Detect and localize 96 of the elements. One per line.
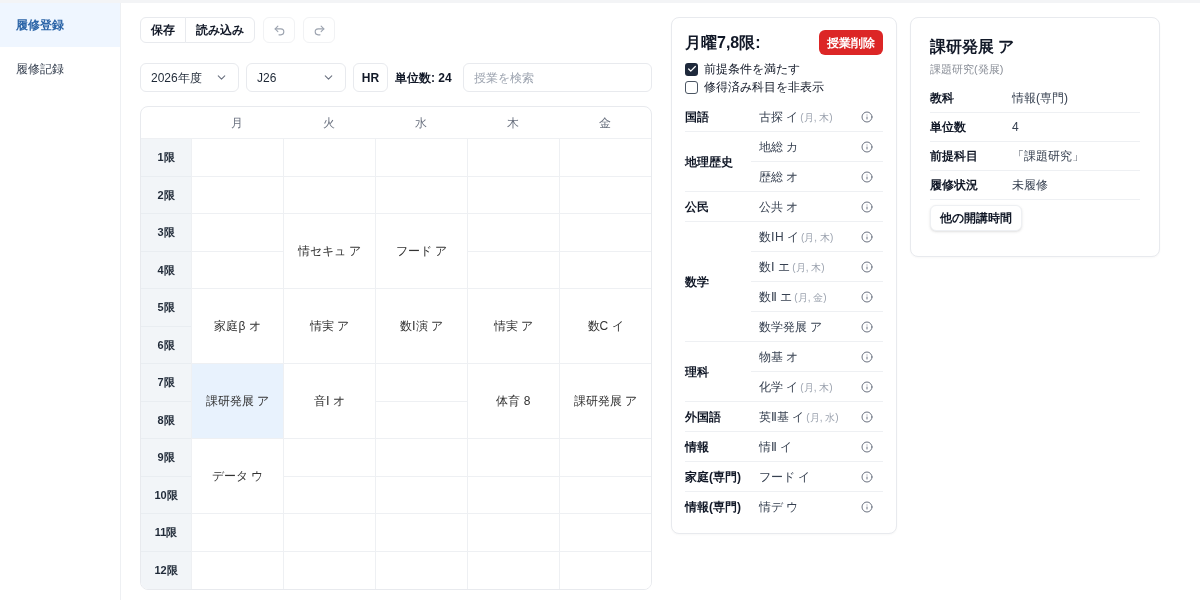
course-option[interactable]: 情Ⅱ イ (759, 437, 793, 456)
course-option[interactable]: 化学 イ (月, 木) (759, 377, 833, 396)
field-value: 未履修 (1012, 176, 1048, 194)
period-label: 3限 (141, 214, 191, 252)
file-button[interactable]: 読み込み (185, 17, 255, 43)
info-icon[interactable] (861, 170, 873, 183)
course-option[interactable]: 地総 カ (759, 137, 799, 156)
redo-button[interactable] (303, 17, 335, 43)
subject-label: 地理歴史 (685, 153, 733, 171)
info-icon[interactable] (861, 230, 873, 243)
info-icon[interactable] (861, 470, 873, 483)
course-option[interactable]: 古探 イ (月, 木) (759, 107, 833, 126)
subject-label: 理科 (685, 363, 709, 381)
period-label: 2限 (141, 177, 191, 214)
other-times-button[interactable]: 他の開講時間 (930, 204, 1022, 231)
course-option[interactable]: 数ⅠH イ (月, 木) (759, 227, 834, 246)
subject-label: 外国語 (685, 408, 721, 426)
period-label: 11限 (141, 514, 191, 552)
period-label: 4限 (141, 252, 191, 289)
info-icon[interactable] (861, 110, 873, 123)
sidebar-item[interactable]: 履修記録 (0, 47, 120, 91)
period-label: 7限 (141, 364, 191, 402)
period-label: 10限 (141, 477, 191, 514)
subject-label: 家庭(専門) (685, 468, 741, 486)
timetable-cell[interactable]: 課研発展 ア (191, 364, 283, 439)
timetable-cell[interactable]: 数C イ (559, 289, 651, 364)
subject-label: 情報 (685, 438, 709, 456)
subject-label: 国語 (685, 108, 709, 126)
redo-icon (312, 23, 326, 37)
checkbox-label: 前提条件を満たす (704, 61, 800, 77)
course-option[interactable]: 物基 オ (759, 347, 799, 366)
subject-label: 数学 (685, 273, 709, 291)
period-label: 5限 (141, 289, 191, 327)
undo-icon (272, 23, 286, 37)
course-option[interactable]: フード イ (759, 467, 811, 486)
period-label: 6限 (141, 327, 191, 364)
field-label: 単位数 (930, 118, 967, 136)
timetable-cell[interactable]: 体育 8 (467, 364, 559, 439)
info-icon[interactable] (861, 140, 873, 153)
field-label: 履修状況 (930, 176, 979, 194)
course-subtitle: 課題研究(発展) (930, 62, 1005, 77)
info-icon[interactable] (861, 290, 873, 303)
slot-title: 月曜7,8限: (685, 32, 761, 53)
period-label: 9限 (141, 439, 191, 477)
course-option[interactable]: 数Ⅰ エ (月, 木) (759, 257, 825, 276)
period-label: 1限 (141, 139, 191, 177)
timetable-cell[interactable]: 情実 ア (467, 289, 559, 364)
field-value: 情報(専門) (1012, 89, 1068, 107)
delete-class-button[interactable]: 授業削除 (819, 30, 883, 55)
file-button[interactable]: 保存 (140, 17, 186, 43)
timetable-cell[interactable]: 課研発展 ア (559, 364, 651, 439)
search-field[interactable]: 授業を検索 (463, 63, 652, 92)
info-icon[interactable] (861, 320, 873, 333)
timetable-cell[interactable]: 音Ⅰ オ (283, 364, 375, 439)
day-header: 金 (599, 114, 611, 132)
course-option[interactable]: 情デ ウ (759, 497, 799, 516)
year-select[interactable]: 2026年度 (140, 63, 239, 92)
subject-label: 情報(専門) (685, 498, 741, 516)
credits-total: 単位数: 24 (395, 69, 452, 87)
info-icon[interactable] (861, 440, 873, 453)
info-icon[interactable] (861, 380, 873, 393)
course-option[interactable]: 公共 オ (759, 197, 799, 216)
info-icon[interactable] (861, 410, 873, 423)
subject-label: 公民 (685, 198, 709, 216)
field-value: 「課題研究」 (1012, 147, 1084, 165)
undo-button[interactable] (263, 17, 295, 43)
day-header: 木 (507, 114, 519, 132)
timetable-cell[interactable]: 家庭β オ (191, 289, 283, 364)
field-label: 前提科目 (930, 147, 979, 165)
timetable-cell[interactable]: 情実 ア (283, 289, 375, 364)
sidebar-item[interactable]: 履修登録 (0, 3, 120, 47)
day-header: 火 (323, 114, 335, 132)
info-icon[interactable] (861, 350, 873, 363)
field-value: 4 (1012, 118, 1019, 136)
timetable-cell[interactable]: フード ア (375, 214, 467, 289)
checkbox-label: 修得済み科目を非表示 (704, 79, 824, 95)
course-option[interactable]: 歴総 オ (759, 167, 799, 186)
class-select[interactable]: J26 (246, 63, 346, 92)
info-icon[interactable] (861, 260, 873, 273)
day-header: 月 (231, 114, 243, 132)
course-option[interactable]: 英Ⅱ基 イ (月, 水) (759, 407, 839, 426)
course-option[interactable]: 数Ⅱ エ (月, 金) (759, 287, 827, 306)
info-icon[interactable] (861, 500, 873, 513)
checkbox[interactable] (685, 62, 698, 76)
timetable-cell[interactable]: データ ウ (191, 439, 283, 514)
timetable-cell[interactable]: 数Ⅰ演 ア (375, 289, 467, 364)
field-label: 教科 (930, 89, 955, 107)
course-title: 課研発展 ア (930, 37, 1016, 57)
hr-button[interactable]: HR (353, 63, 388, 92)
course-option[interactable]: 数学発展 ア (759, 317, 823, 336)
period-label: 12限 (141, 552, 191, 589)
info-icon[interactable] (861, 200, 873, 213)
day-header: 水 (415, 114, 427, 132)
timetable-cell[interactable]: 情セキュ ア (283, 214, 375, 289)
checkbox[interactable] (685, 80, 698, 94)
period-label: 8限 (141, 402, 191, 439)
